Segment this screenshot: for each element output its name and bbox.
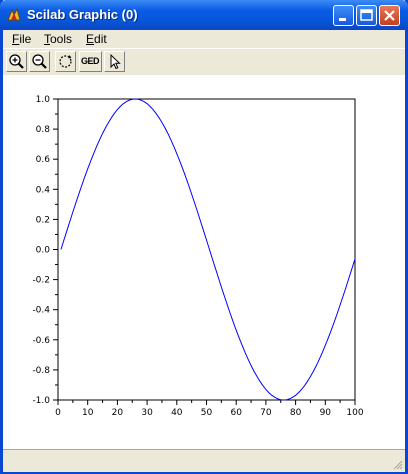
- x-tick-label: 70: [260, 408, 272, 418]
- rotate-icon: [59, 55, 72, 68]
- zoom-out-icon: [32, 54, 47, 69]
- close-button[interactable]: [379, 5, 400, 26]
- rotate-button[interactable]: [55, 51, 76, 72]
- maximize-icon: [360, 9, 373, 21]
- maximize-button[interactable]: [356, 5, 377, 26]
- y-tick-label: 0.0: [36, 246, 51, 256]
- y-tick-label: -0.2: [32, 276, 50, 286]
- window-title: Scilab Graphic (0): [27, 7, 138, 22]
- graphic-window: Scilab Graphic (0) File Tools Edit GED -…: [0, 0, 408, 474]
- zoom-in-icon: [9, 54, 24, 69]
- toolbar-divider: [3, 48, 405, 49]
- pointer-button[interactable]: [104, 51, 125, 72]
- menu-edit-label: dit: [94, 32, 107, 46]
- y-tick-label: 0.4: [36, 185, 51, 195]
- menu-edit-mnemonic: E: [86, 32, 95, 46]
- pointer-icon: [110, 53, 121, 70]
- y-tick-label: 0.6: [36, 155, 51, 165]
- ged-button[interactable]: GED: [79, 51, 102, 72]
- status-bar: [3, 449, 405, 472]
- x-tick-label: 80: [290, 408, 302, 418]
- y-tick-label: 0.2: [36, 215, 50, 225]
- close-icon: [384, 10, 395, 21]
- x-tick-label: 50: [201, 408, 213, 418]
- y-tick-label: -0.4: [32, 306, 50, 316]
- scilab-logo-icon: [7, 7, 21, 21]
- y-tick-label: 0.8: [36, 125, 51, 135]
- title-bar[interactable]: Scilab Graphic (0): [0, 0, 408, 30]
- plot-frame: [57, 98, 356, 401]
- x-tick-label: 10: [82, 408, 94, 418]
- ged-label: GED: [81, 56, 100, 66]
- menu-bar: File Tools Edit: [3, 30, 405, 48]
- x-tick-label: 60: [230, 408, 242, 418]
- x-tick-label: 0: [55, 408, 61, 418]
- y-tick-label: 1.0: [36, 95, 51, 105]
- x-tick-label: 30: [141, 408, 153, 418]
- zoom-out-button[interactable]: [29, 51, 50, 72]
- y-tick-label: -1.0: [32, 396, 50, 406]
- resize-grip-icon[interactable]: [391, 458, 403, 470]
- x-tick-label: 40: [171, 408, 183, 418]
- graphic-canvas[interactable]: -1.0 -0.8 -0.6 -0.4 -0.2 0.0 0.2 0.4 0.6 0.8 1.0 0 1…: [3, 75, 405, 449]
- sine-series-line: [60, 98, 356, 401]
- plot-area[interactable]: -1.0 -0.8 -0.6 -0.4 -0.2 0.0 0.2 0.4 0.6 0.8 1.0 0 1…: [3, 75, 405, 449]
- menu-edit[interactable]: Edit: [86, 32, 107, 46]
- y-tick-label: -0.6: [32, 336, 50, 346]
- zoom-in-button[interactable]: [6, 51, 27, 72]
- menu-tools[interactable]: Tools: [44, 32, 72, 46]
- toolbar: GED: [3, 48, 405, 75]
- menu-file-label: ile: [19, 32, 32, 46]
- menu-tools-label: ools: [50, 32, 73, 46]
- x-tick-label: 100: [346, 408, 363, 418]
- y-tick-label: -0.8: [32, 366, 50, 376]
- menu-file[interactable]: File: [12, 32, 31, 46]
- x-tick-label: 90: [320, 408, 332, 418]
- x-tick-label: 20: [112, 408, 124, 418]
- minimize-icon: [339, 18, 346, 21]
- minimize-button[interactable]: [333, 5, 354, 26]
